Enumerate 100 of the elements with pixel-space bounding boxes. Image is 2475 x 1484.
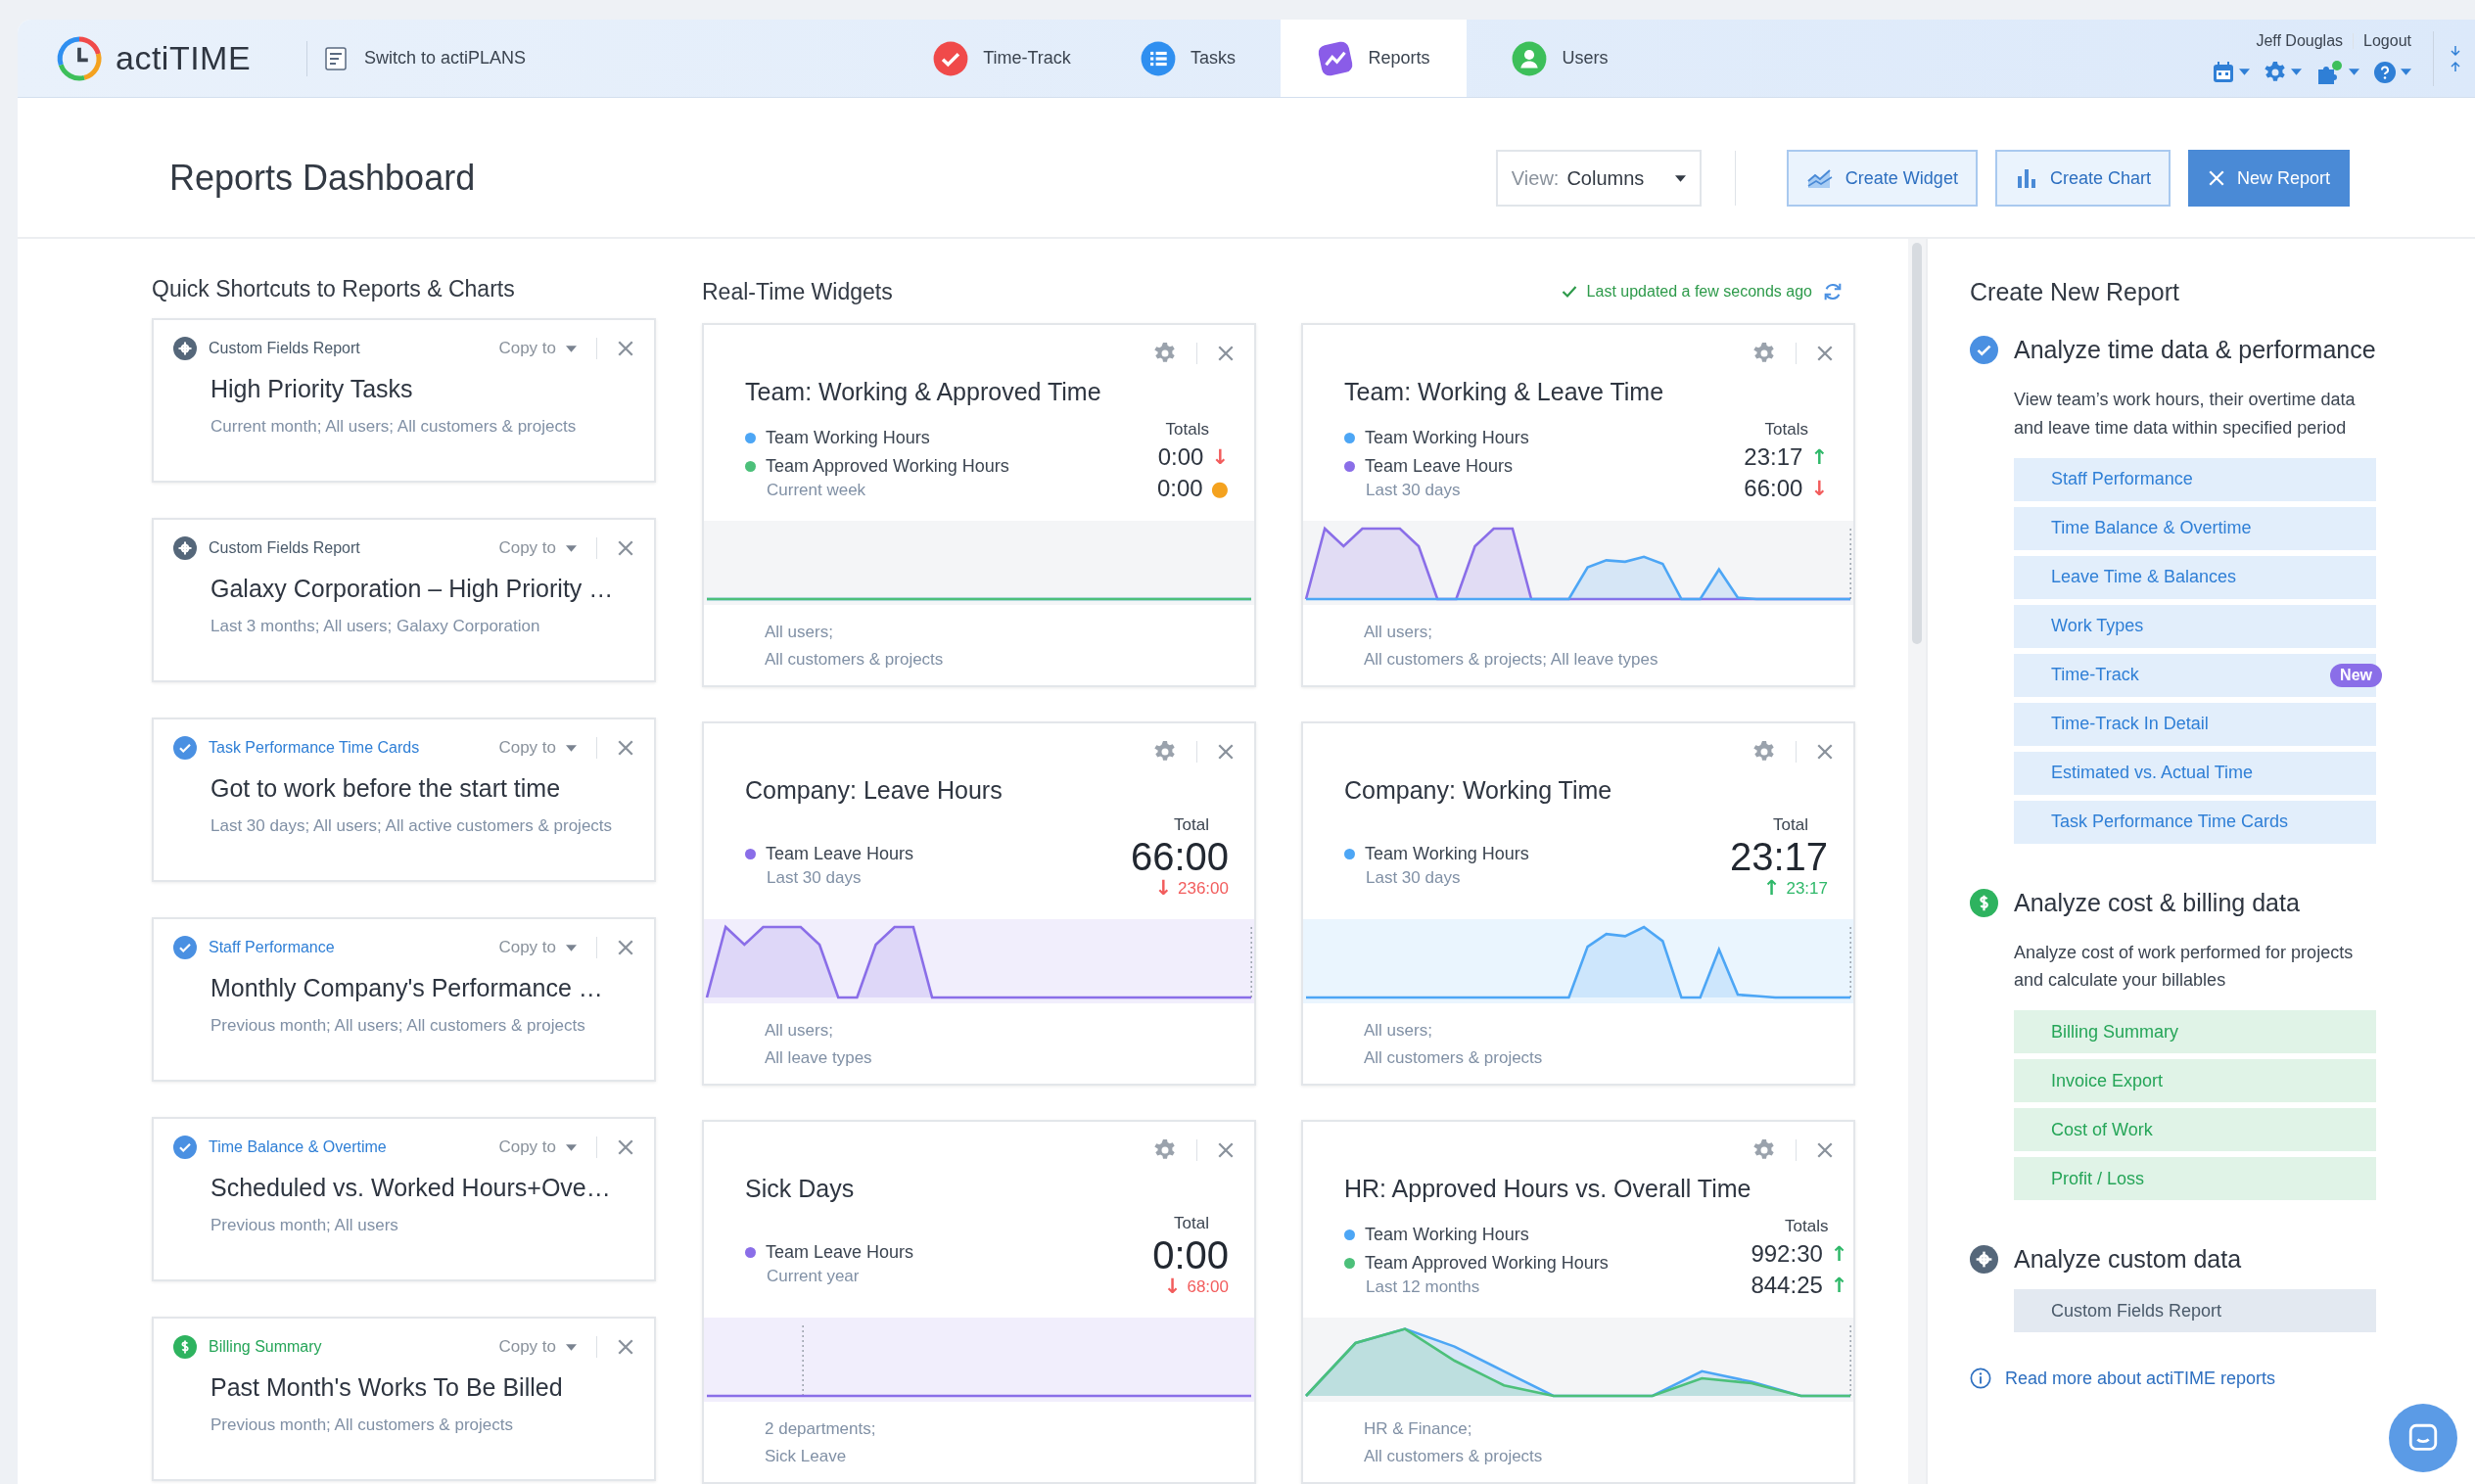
- logout-link[interactable]: Logout: [2363, 31, 2411, 50]
- caret-icon: [566, 544, 577, 552]
- period-label: Last 12 months: [1366, 1277, 1481, 1297]
- settings-button[interactable]: [1153, 740, 1177, 764]
- view-select[interactable]: View: Columns: [1495, 150, 1702, 207]
- read-more-link[interactable]: Read more about actiTIME reports: [2005, 1368, 2276, 1389]
- trend-indicator: ↓: [1163, 1276, 1182, 1297]
- widget-title: Company: Working Time: [1344, 776, 1613, 805]
- nav-tab[interactable]: Time-Track: [909, 20, 1095, 97]
- filter-label: All users;: [765, 1021, 834, 1041]
- report-category-link[interactable]: Custom Fields Report: [209, 340, 360, 357]
- close-button[interactable]: [617, 739, 634, 757]
- period-label: Current week: [767, 481, 867, 500]
- check-circle-icon: [1970, 336, 1998, 364]
- close-button[interactable]: [1816, 1141, 1834, 1159]
- report-type-item[interactable]: Cost of Work: [2014, 1108, 2376, 1152]
- close-button[interactable]: [617, 340, 634, 357]
- action-button[interactable]: New Report: [2187, 150, 2350, 207]
- report-category-link[interactable]: Task Performance Time Cards: [209, 739, 420, 757]
- shortcut-card[interactable]: Staff Performance Copy to Monthly Company's Performance … Previous month; All users; All customers & projects: [152, 917, 656, 1082]
- close-button[interactable]: [1217, 345, 1235, 362]
- report-type-item[interactable]: Billing Summary: [2014, 1010, 2376, 1054]
- close-button[interactable]: [617, 1338, 634, 1356]
- report-type-item[interactable]: Leave Time & Balances: [2014, 555, 2376, 599]
- report-type-item[interactable]: Staff Performance: [2014, 457, 2376, 501]
- nav-tab[interactable]: Reports: [1281, 20, 1467, 97]
- close-button[interactable]: [1217, 1141, 1235, 1159]
- settings-button[interactable]: [1153, 1138, 1177, 1162]
- caret-icon: [566, 744, 577, 752]
- close-icon: [1217, 1141, 1235, 1159]
- settings-icon: [1153, 740, 1177, 764]
- user-icon: [1511, 39, 1549, 77]
- filter-label: All users;: [765, 623, 834, 642]
- shortcut-card[interactable]: Custom Fields Report Copy to High Priority Tasks Current month; All users; All customers & projects: [152, 318, 656, 483]
- shortcut-card[interactable]: Time Balance & Overtime Copy to Scheduled vs. Worked Hours+Ove… Previous month; All users: [152, 1117, 656, 1281]
- report-category-link[interactable]: Custom Fields Report: [209, 539, 360, 557]
- shortcut-card[interactable]: Custom Fields Report Copy to Galaxy Corporation – High Priority … Last 3 months; All users; Galaxy Corporation: [152, 518, 656, 682]
- settings-button[interactable]: [1752, 740, 1776, 764]
- close-button[interactable]: [1816, 743, 1834, 761]
- close-button[interactable]: [1217, 743, 1235, 761]
- total-value: 66:00: [1130, 835, 1229, 878]
- report-category-link[interactable]: Time Balance & Overtime: [209, 1138, 387, 1156]
- total-value: 0:00: [1152, 1233, 1229, 1276]
- expand-icon[interactable]: [2450, 43, 2461, 73]
- totals-label: Total: [1773, 815, 1808, 835]
- trend-indicator: ↑: [1810, 446, 1828, 468]
- help-button[interactable]: [2373, 60, 2411, 84]
- report-type-item[interactable]: Profit / Loss: [2014, 1157, 2376, 1201]
- report-type-item[interactable]: Invoice Export: [2014, 1059, 2376, 1103]
- user-name[interactable]: Jeff Douglas: [2256, 31, 2344, 50]
- shortcut-title: Monthly Company's Performance …: [210, 974, 604, 1002]
- copy-to-button[interactable]: Copy to: [498, 339, 577, 358]
- report-type-item[interactable]: Time Balance & Overtime: [2014, 506, 2376, 550]
- switch-link[interactable]: Switch to actiPLANS: [364, 48, 527, 69]
- action-button[interactable]: Create Widget: [1786, 150, 1978, 207]
- close-button[interactable]: [1816, 345, 1834, 362]
- action-button[interactable]: Create Chart: [1994, 150, 2171, 207]
- close-icon: [1816, 1141, 1834, 1159]
- settings-icon: [1153, 342, 1177, 365]
- integrations-button[interactable]: [2315, 59, 2359, 85]
- report-type-item[interactable]: Custom Fields Report: [2014, 1289, 2376, 1333]
- close-button[interactable]: [617, 939, 634, 956]
- period-label: Last 30 days: [767, 868, 863, 888]
- nav-tab[interactable]: Tasks: [1095, 20, 1281, 97]
- close-button[interactable]: [617, 1138, 634, 1156]
- dollar-icon: [173, 1335, 197, 1359]
- shortcut-title: Scheduled vs. Worked Hours+Ove…: [210, 1174, 612, 1202]
- copy-to-button[interactable]: Copy to: [498, 1137, 577, 1157]
- nav-tab[interactable]: Users: [1467, 20, 1653, 97]
- period-label: Current year: [767, 1267, 861, 1286]
- shortcut-card[interactable]: Task Performance Time Cards Copy to Got to work before the start time Last 30 days; All users; All active customers & projects: [152, 718, 656, 882]
- shortcut-title: Past Month's Works To Be Billed: [210, 1373, 564, 1402]
- filter-label: All customers & projects; All leave types: [1364, 650, 1659, 670]
- settings-button[interactable]: [2264, 60, 2302, 84]
- copy-to-button[interactable]: Copy to: [498, 538, 577, 558]
- scrollbar[interactable]: [1908, 239, 1926, 1484]
- total-value: 66:00: [1744, 475, 1803, 502]
- settings-button[interactable]: [1752, 1138, 1776, 1162]
- report-category-link[interactable]: Staff Performance: [209, 939, 335, 956]
- calendar-button[interactable]: [2212, 60, 2250, 84]
- totals-label: Total: [1174, 1214, 1209, 1233]
- report-type-item[interactable]: Time-Track In Detail: [2014, 702, 2376, 746]
- copy-to-button[interactable]: Copy to: [498, 938, 577, 957]
- settings-button[interactable]: [1153, 342, 1177, 365]
- shortcut-title: High Priority Tasks: [210, 375, 414, 403]
- report-type-item[interactable]: Task Performance Time Cards: [2014, 800, 2376, 844]
- settings-icon: [1153, 1138, 1177, 1162]
- report-category-link[interactable]: Billing Summary: [209, 1338, 322, 1356]
- close-icon: [617, 739, 634, 757]
- copy-to-button[interactable]: Copy to: [498, 1337, 577, 1357]
- copy-to-button[interactable]: Copy to: [498, 738, 577, 758]
- report-type-item[interactable]: Estimated vs. Actual Time: [2014, 751, 2376, 795]
- report-type-item[interactable]: Work Types: [2014, 604, 2376, 648]
- refresh-icon[interactable]: [1822, 281, 1844, 302]
- close-button[interactable]: [617, 539, 634, 557]
- shortcut-title: Got to work before the start time: [210, 774, 562, 803]
- document-icon: [325, 46, 347, 70]
- shortcut-card[interactable]: Billing Summary Copy to Past Month's Works To Be Billed Previous month; All customers & projects: [152, 1317, 656, 1481]
- totals-label: Totals: [1764, 420, 1808, 440]
- settings-button[interactable]: [1752, 342, 1776, 365]
